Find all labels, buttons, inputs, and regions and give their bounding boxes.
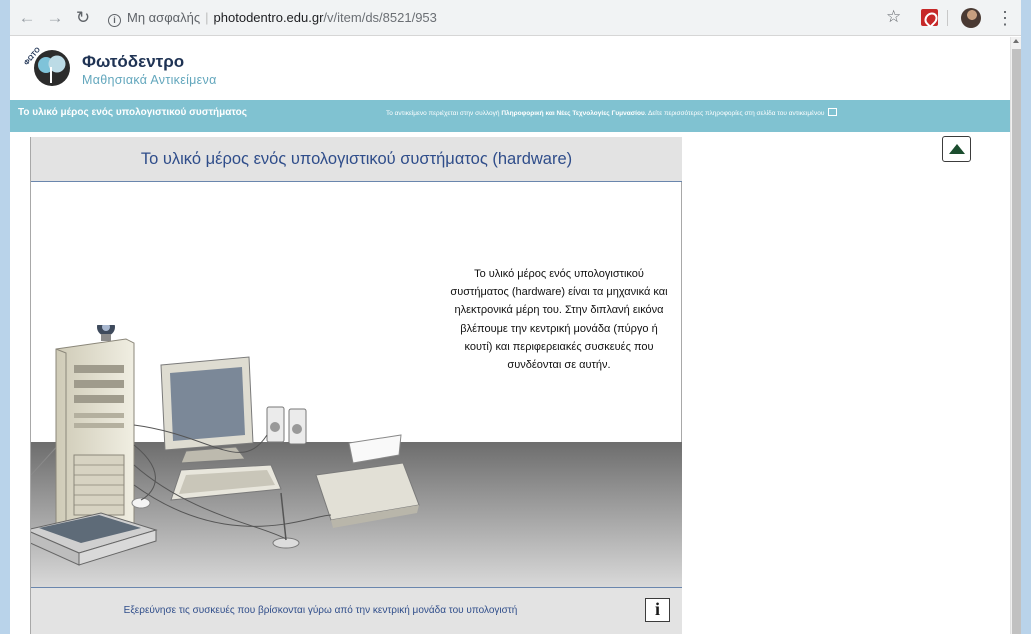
menu-icon[interactable]: ⋮ [996,8,1014,28]
speaker-right-icon[interactable] [288,408,307,445]
url-host: photodentro.edu.gr [213,10,324,25]
photodentro-logo[interactable]: ΦΩΤΟ [22,45,72,89]
scroll-thumb[interactable] [1012,49,1021,634]
collection-link[interactable]: Πληροφορική και Νέες Τεχνολογίες Γυμνασί… [501,110,644,117]
browser-toolbar: ← → ↻ i Μη ασφαλής | photodentro.edu.gr/v/i… [10,0,1021,36]
pdf-extension-icon[interactable] [921,9,938,26]
stage-title: Το υλικό μέρος ενός υπολογιστικού συστήμ… [140,150,573,168]
object-title: Το υλικό μέρος ενός υπολογιστικού συστήμ… [18,107,247,118]
info-icon[interactable]: i [108,14,121,27]
object-info-bar: Το υλικό μέρος ενός υπολογιστικού συστήμ… [10,100,1010,132]
url-separator: | [205,10,209,25]
stage-footer: Εξερεύνησε τις συσκευές που βρίσκονται γ… [31,587,682,634]
learning-object-stage: Το υλικό μέρος ενός υπολογιστικού συστήμ… [30,137,682,634]
scroll-up-arrow-icon[interactable] [1013,39,1019,43]
profile-avatar[interactable] [961,8,981,28]
scroll-to-top-button[interactable] [942,136,971,162]
main-content: Το υλικό μέρος ενός υπολογιστικού συστήμ… [10,132,1010,634]
webcam-icon[interactable] [97,325,115,341]
star-icon[interactable]: ☆ [886,7,901,27]
explore-instruction: Εξερεύνησε τις συσκευές που βρίσκονται γ… [123,605,518,616]
toolbar-divider [947,10,948,26]
computer-system-illustration [31,325,682,587]
back-icon[interactable]: ← [17,8,37,28]
page-scrollbar[interactable] [1010,37,1021,634]
browser-window: ← → ↻ i Μη ασφαλής | photodentro.edu.gr/v/i… [10,0,1021,634]
speaker-left-icon[interactable] [266,406,285,443]
security-label: Μη ασφαλής [127,10,201,25]
address-bar[interactable]: i Μη ασφαλής | photodentro.edu.gr/v/item/ds… [108,6,890,30]
brand-tagline: Μαθησιακά Αντικείμενα [82,73,217,87]
url-path: /v/item/ds/8521/953 [323,10,437,25]
collection-note: Το αντικείμενο περιέχεται στην συλλογή Π… [386,108,838,117]
brand-name[interactable]: Φωτόδεντρο [82,52,184,72]
info-button[interactable]: i [645,598,670,622]
collection-note-prefix: Το αντικείμενο περιέχεται στην συλλογή [386,110,500,117]
stage-title-bar: Το υλικό μέρος ενός υπολογιστικού συστήμ… [31,137,682,182]
external-link-icon[interactable] [828,108,838,116]
collection-note-suffix: . Δείτε περισσότερες πληροφορίες στη σελ… [644,110,825,117]
forward-icon[interactable]: → [45,8,65,28]
site-header: ΦΩΤΟ Φωτόδεντρο Μαθησιακά Αντικείμενα [10,37,1010,99]
reload-icon[interactable]: ↻ [73,8,93,28]
